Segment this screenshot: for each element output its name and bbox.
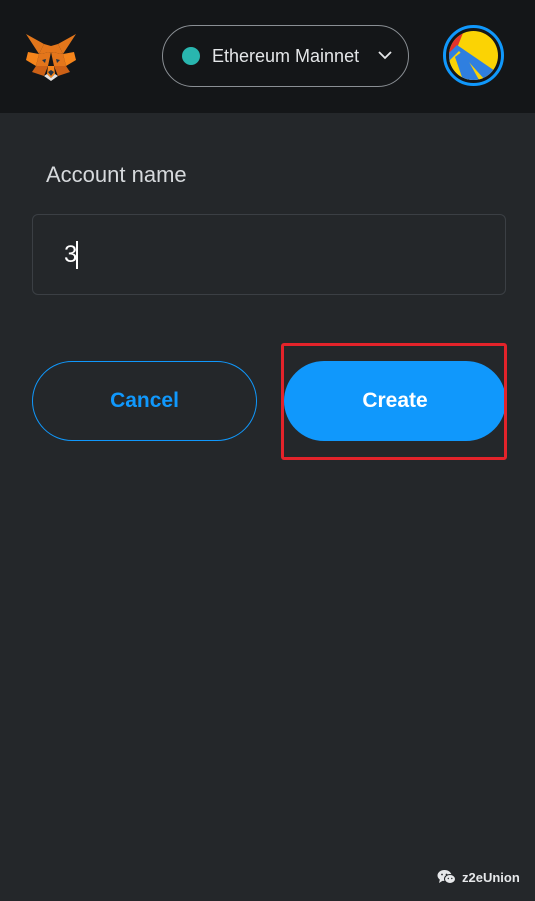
metamask-fox-icon[interactable]: [24, 32, 78, 82]
watermark: z2eUnion: [437, 869, 520, 885]
account-identicon-icon: [449, 31, 498, 80]
wechat-icon: [437, 870, 456, 884]
network-selector[interactable]: Ethereum Mainnet: [162, 25, 409, 87]
text-caret: [76, 241, 78, 269]
app-header: Ethereum Mainnet: [0, 0, 535, 113]
chevron-down-icon: [378, 51, 392, 60]
watermark-text: z2eUnion: [462, 869, 520, 885]
account-avatar-button[interactable]: [443, 25, 504, 86]
account-name-label: Account name: [46, 162, 187, 187]
account-name-input[interactable]: [32, 214, 506, 295]
network-name: Ethereum Mainnet: [212, 45, 360, 66]
create-button[interactable]: Create: [284, 361, 506, 441]
network-status-dot: [182, 47, 200, 65]
cancel-button[interactable]: Cancel: [32, 361, 257, 441]
